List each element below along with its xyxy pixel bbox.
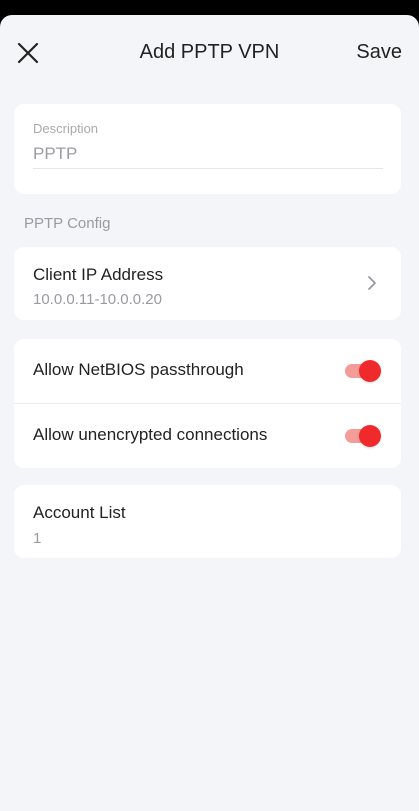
chevron-right-icon [368,276,376,290]
client-ip-address-value: 10.0.0.11-10.0.0.20 [33,291,162,308]
save-button[interactable]: Save [356,39,402,65]
client-ip-address-row[interactable]: Client IP Address 10.0.0.11-10.0.0.20 [14,247,401,320]
pptp-options-card: Allow NetBIOS passthrough Allow unencryp… [14,339,401,468]
netbios-passthrough-toggle[interactable] [343,360,381,382]
header: Add PPTP VPN Save [0,15,419,89]
app-screen: Add PPTP VPN Save Description PPTP Confi… [0,15,419,811]
client-ip-address-label: Client IP Address [33,265,164,284]
toggle-knob [359,360,381,382]
account-list-label: Account List [33,503,126,522]
netbios-passthrough-label: Allow NetBIOS passthrough [33,360,244,379]
description-input[interactable] [33,139,383,169]
toggle-knob [359,425,381,447]
unencrypted-connections-row: Allow unencrypted connections [14,404,401,468]
unencrypted-connections-label: Allow unencrypted connections [33,425,268,444]
description-card: Description [14,104,401,194]
pptp-config-section-label: PPTP Config [24,215,111,232]
account-list-count: 1 [33,530,42,547]
netbios-passthrough-row: Allow NetBIOS passthrough [14,339,401,404]
account-list-row[interactable]: Account List 1 [14,485,401,558]
description-label: Description [33,121,99,136]
unencrypted-connections-toggle[interactable] [343,425,381,447]
